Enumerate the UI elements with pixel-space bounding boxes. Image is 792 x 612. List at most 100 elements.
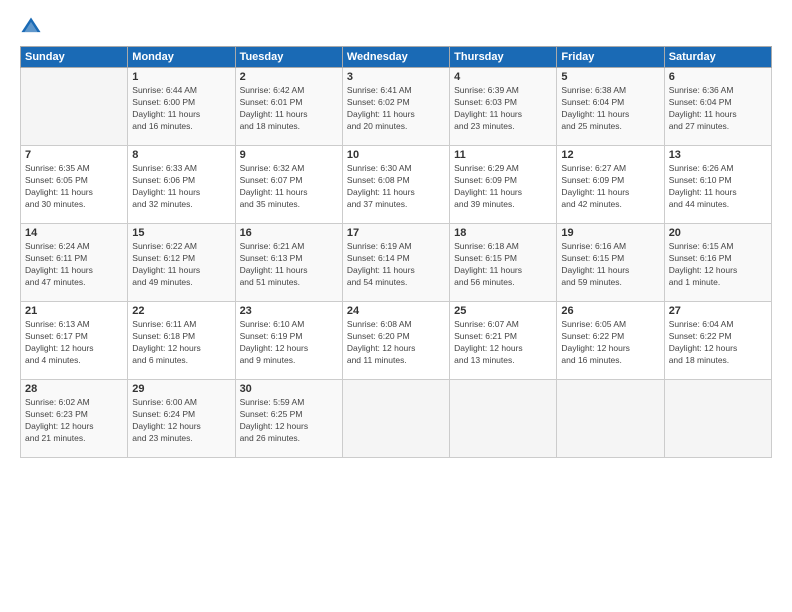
day-info: Sunrise: 6:22 AMSunset: 6:12 PMDaylight:…	[132, 241, 230, 289]
calendar-cell	[450, 380, 557, 458]
calendar-week-row: 28 Sunrise: 6:02 AMSunset: 6:23 PMDayligh…	[21, 380, 772, 458]
calendar-cell: 11 Sunrise: 6:29 AMSunset: 6:09 PMDayligh…	[450, 146, 557, 224]
day-number: 6	[669, 71, 767, 83]
calendar-week-row: 1 Sunrise: 6:44 AMSunset: 6:00 PMDaylight…	[21, 68, 772, 146]
calendar-week-row: 21 Sunrise: 6:13 AMSunset: 6:17 PMDayligh…	[21, 302, 772, 380]
day-number: 10	[347, 149, 445, 161]
day-info: Sunrise: 6:11 AMSunset: 6:18 PMDaylight:…	[132, 319, 230, 367]
day-info: Sunrise: 6:08 AMSunset: 6:20 PMDaylight:…	[347, 319, 445, 367]
day-info: Sunrise: 6:36 AMSunset: 6:04 PMDaylight:…	[669, 85, 767, 133]
calendar-week-row: 7 Sunrise: 6:35 AMSunset: 6:05 PMDaylight…	[21, 146, 772, 224]
day-info: Sunrise: 6:44 AMSunset: 6:00 PMDaylight:…	[132, 85, 230, 133]
logo-icon	[20, 16, 42, 38]
day-info: Sunrise: 6:27 AMSunset: 6:09 PMDaylight:…	[561, 163, 659, 211]
day-number: 23	[240, 305, 338, 317]
day-of-week-header: Friday	[557, 47, 664, 68]
day-number: 2	[240, 71, 338, 83]
day-number: 20	[669, 227, 767, 239]
days-header-row: SundayMondayTuesdayWednesdayThursdayFrid…	[21, 47, 772, 68]
calendar-cell: 3 Sunrise: 6:41 AMSunset: 6:02 PMDaylight…	[342, 68, 449, 146]
day-info: Sunrise: 6:05 AMSunset: 6:22 PMDaylight:…	[561, 319, 659, 367]
day-number: 7	[25, 149, 123, 161]
calendar-cell: 6 Sunrise: 6:36 AMSunset: 6:04 PMDaylight…	[664, 68, 771, 146]
day-number: 16	[240, 227, 338, 239]
day-number: 9	[240, 149, 338, 161]
day-info: Sunrise: 6:30 AMSunset: 6:08 PMDaylight:…	[347, 163, 445, 211]
day-info: Sunrise: 6:21 AMSunset: 6:13 PMDaylight:…	[240, 241, 338, 289]
logo	[20, 16, 46, 38]
calendar-cell: 8Sunrise: 6:33 AMSunset: 6:06 PMDaylight…	[128, 146, 235, 224]
day-of-week-header: Wednesday	[342, 47, 449, 68]
day-number: 17	[347, 227, 445, 239]
calendar-cell: 2Sunrise: 6:42 AMSunset: 6:01 PMDaylight…	[235, 68, 342, 146]
day-number: 11	[454, 149, 552, 161]
day-of-week-header: Tuesday	[235, 47, 342, 68]
day-info: Sunrise: 6:41 AMSunset: 6:02 PMDaylight:…	[347, 85, 445, 133]
day-info: Sunrise: 6:26 AMSunset: 6:10 PMDaylight:…	[669, 163, 767, 211]
day-info: Sunrise: 6:10 AMSunset: 6:19 PMDaylight:…	[240, 319, 338, 367]
calendar-cell	[342, 380, 449, 458]
calendar-cell: 18 Sunrise: 6:18 AMSunset: 6:15 PMDayligh…	[450, 224, 557, 302]
calendar-cell: 7 Sunrise: 6:35 AMSunset: 6:05 PMDaylight…	[21, 146, 128, 224]
day-info: Sunrise: 6:29 AMSunset: 6:09 PMDaylight:…	[454, 163, 552, 211]
day-number: 14	[25, 227, 123, 239]
day-info: Sunrise: 6:38 AMSunset: 6:04 PMDaylight:…	[561, 85, 659, 133]
calendar-cell: 19 Sunrise: 6:16 AMSunset: 6:15 PMDayligh…	[557, 224, 664, 302]
day-number: 22	[132, 305, 230, 317]
day-number: 19	[561, 227, 659, 239]
day-info: Sunrise: 6:18 AMSunset: 6:15 PMDaylight:…	[454, 241, 552, 289]
day-number: 12	[561, 149, 659, 161]
calendar-cell	[21, 68, 128, 146]
calendar-cell: 15 Sunrise: 6:22 AMSunset: 6:12 PMDayligh…	[128, 224, 235, 302]
calendar-cell: 30 Sunrise: 5:59 AMSunset: 6:25 PMDayligh…	[235, 380, 342, 458]
day-number: 18	[454, 227, 552, 239]
day-info: Sunrise: 6:13 AMSunset: 6:17 PMDaylight:…	[25, 319, 123, 367]
calendar-page: SundayMondayTuesdayWednesdayThursdayFrid…	[0, 0, 792, 612]
calendar-cell: 16 Sunrise: 6:21 AMSunset: 6:13 PMDayligh…	[235, 224, 342, 302]
day-number: 27	[669, 305, 767, 317]
calendar-cell: 14 Sunrise: 6:24 AMSunset: 6:11 PMDayligh…	[21, 224, 128, 302]
calendar-cell: 12 Sunrise: 6:27 AMSunset: 6:09 PMDayligh…	[557, 146, 664, 224]
day-info: Sunrise: 6:04 AMSunset: 6:22 PMDaylight:…	[669, 319, 767, 367]
day-info: Sunrise: 6:32 AMSunset: 6:07 PMDaylight:…	[240, 163, 338, 211]
calendar-cell	[557, 380, 664, 458]
day-of-week-header: Monday	[128, 47, 235, 68]
day-info: Sunrise: 6:16 AMSunset: 6:15 PMDaylight:…	[561, 241, 659, 289]
day-of-week-header: Sunday	[21, 47, 128, 68]
day-info: Sunrise: 6:24 AMSunset: 6:11 PMDaylight:…	[25, 241, 123, 289]
calendar-cell: 9 Sunrise: 6:32 AMSunset: 6:07 PMDaylight…	[235, 146, 342, 224]
day-number: 30	[240, 383, 338, 395]
calendar-cell: 25 Sunrise: 6:07 AMSunset: 6:21 PMDayligh…	[450, 302, 557, 380]
calendar-cell: 13Sunrise: 6:26 AMSunset: 6:10 PMDayligh…	[664, 146, 771, 224]
day-number: 21	[25, 305, 123, 317]
day-of-week-header: Thursday	[450, 47, 557, 68]
calendar-cell: 4Sunrise: 6:39 AMSunset: 6:03 PMDaylight…	[450, 68, 557, 146]
day-number: 3	[347, 71, 445, 83]
calendar-cell: 17 Sunrise: 6:19 AMSunset: 6:14 PMDayligh…	[342, 224, 449, 302]
calendar-cell: 27 Sunrise: 6:04 AMSunset: 6:22 PMDayligh…	[664, 302, 771, 380]
calendar-cell: 1 Sunrise: 6:44 AMSunset: 6:00 PMDaylight…	[128, 68, 235, 146]
calendar-cell: 21 Sunrise: 6:13 AMSunset: 6:17 PMDayligh…	[21, 302, 128, 380]
day-number: 26	[561, 305, 659, 317]
day-info: Sunrise: 6:33 AMSunset: 6:06 PMDaylight:…	[132, 163, 230, 211]
day-number: 25	[454, 305, 552, 317]
calendar-cell: 28 Sunrise: 6:02 AMSunset: 6:23 PMDayligh…	[21, 380, 128, 458]
day-info: Sunrise: 6:00 AMSunset: 6:24 PMDaylight:…	[132, 397, 230, 445]
calendar-cell: 20 Sunrise: 6:15 AMSunset: 6:16 PMDayligh…	[664, 224, 771, 302]
day-info: Sunrise: 6:15 AMSunset: 6:16 PMDaylight:…	[669, 241, 767, 289]
day-number: 29	[132, 383, 230, 395]
day-number: 1	[132, 71, 230, 83]
day-info: Sunrise: 6:19 AMSunset: 6:14 PMDaylight:…	[347, 241, 445, 289]
header	[20, 16, 772, 38]
day-info: Sunrise: 6:02 AMSunset: 6:23 PMDaylight:…	[25, 397, 123, 445]
calendar-week-row: 14 Sunrise: 6:24 AMSunset: 6:11 PMDayligh…	[21, 224, 772, 302]
calendar-cell	[664, 380, 771, 458]
day-info: Sunrise: 6:07 AMSunset: 6:21 PMDaylight:…	[454, 319, 552, 367]
day-number: 28	[25, 383, 123, 395]
day-info: Sunrise: 5:59 AMSunset: 6:25 PMDaylight:…	[240, 397, 338, 445]
day-info: Sunrise: 6:35 AMSunset: 6:05 PMDaylight:…	[25, 163, 123, 211]
day-number: 15	[132, 227, 230, 239]
day-info: Sunrise: 6:39 AMSunset: 6:03 PMDaylight:…	[454, 85, 552, 133]
day-number: 5	[561, 71, 659, 83]
calendar-cell: 29 Sunrise: 6:00 AMSunset: 6:24 PMDayligh…	[128, 380, 235, 458]
